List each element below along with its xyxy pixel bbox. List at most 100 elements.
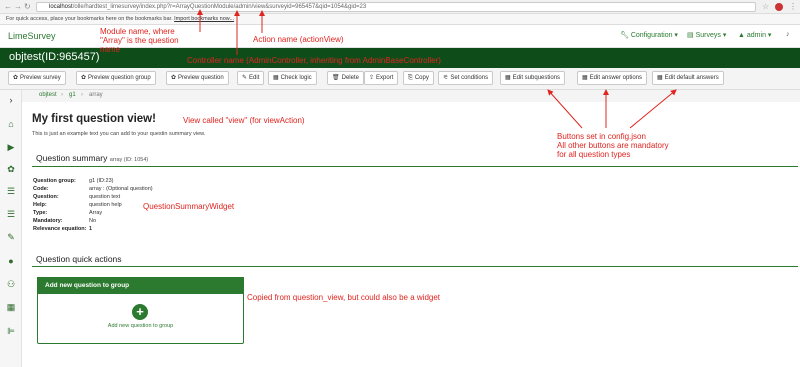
field-value: No [89,218,97,224]
field-value: question help [89,202,122,208]
forward-icon[interactable]: → [14,2,22,12]
field-label: Code: [33,186,49,192]
surveys-menu[interactable]: ▤ Surveys ▾ [687,31,726,39]
survey-title: objtest(ID:965457) [9,51,100,63]
summary-title: Question summary array (ID: 1054) [36,153,148,163]
field-label: Help: [33,202,47,208]
toolbar-button-set-conditions[interactable]: ⚟ Set conditions [438,71,494,85]
annotation-line: Module name, where [100,27,175,36]
toolbar-button-label: Edit answer options [589,75,643,81]
toolbar-button-label: Copy [414,75,429,81]
bookmarks-text: For quick access, place your bookmarks h… [6,16,173,22]
annotation-copied: Copied from question_view, but could als… [247,293,441,302]
bell-icon[interactable]: ♪ [786,31,790,38]
annotation-widget: QuestionSummaryWidget [143,202,235,211]
table-icon: ▦ [582,75,588,81]
annotation-line: for all question types [557,150,631,159]
url-input[interactable]: localhost/olle/hardtest_limesurvey/index… [36,2,756,12]
toolbar-button-label: Preview question group [88,75,151,81]
annotation-line: All other buttons are mandatory [557,141,669,150]
home-icon[interactable]: ⌂ [5,119,17,129]
summary-title-text: Question summary [36,153,108,163]
toolbar-button-label: Preview question [178,75,224,81]
list-icon[interactable]: ☰ [5,186,17,196]
add-question-link[interactable]: Add new question to group [37,323,244,329]
list-icon[interactable]: ☰ [5,209,17,219]
trash-icon: 🗑 [332,75,340,81]
import-bookmarks-link[interactable]: Import bookmarks now... [174,16,234,22]
field-label: Question group: [33,178,76,184]
url-path: /olle/hardtest_limesurvey/index.php?r=Ar… [72,4,367,10]
field-value: 1 [89,226,93,232]
toolbar-button-label: Edit [249,75,260,81]
plus-icon[interactable]: + [132,304,148,320]
toolbar-button-edit-default-answers[interactable]: ▦ Edit default answers [652,71,724,85]
url-host: localhost [49,4,73,10]
condition-icon: ⚟ [443,75,449,81]
copy-icon: ⎘ [408,75,413,81]
annotation-buttons: Buttons set in config.json All other but… [557,132,669,159]
back-icon[interactable]: ← [4,2,12,12]
field-label: Type: [33,210,48,216]
toolbar-button-preview-question-group[interactable]: ✿ Preview question group [76,71,156,85]
admin-menu[interactable]: ▲ admin ▾ [738,31,771,39]
extension-icon[interactable] [775,3,783,11]
toolbar-button-label: Export [376,75,394,81]
annotation-controller: Controller name (AdminController, inheri… [187,56,441,65]
toolbar-button-copy[interactable]: ⎘ Copy [403,71,434,85]
toolbar-button-label: Edit default answers [664,75,719,81]
table-icon: ▦ [657,75,663,81]
breadcrumb-survey[interactable]: objtest [39,92,57,98]
toolbar-button-check-logic[interactable]: ▦ Check logic [268,71,317,85]
reload-icon[interactable]: ↻ [24,2,31,12]
menu-icon[interactable]: ⋮ [789,2,797,12]
toolbar-button-label: Check logic [280,75,312,81]
user-icon: ▲ [738,32,745,39]
quick-actions-title: Question quick actions [36,254,122,264]
field-value: array : (Optional question) [89,186,153,192]
summary-id: array (ID: 1054) [109,157,149,163]
annotation-module: Module name, where "Array" is the questi… [100,27,179,54]
annotation-line: Buttons set in config.json [557,132,646,141]
breadcrumb-group[interactable]: g1 [69,92,76,98]
list-icon: ▤ [687,32,694,39]
brand-logo[interactable]: LimeSurvey [8,31,56,41]
table-icon[interactable]: ▦ [5,302,17,312]
toolbar-button-label: Preview survey [20,75,61,81]
star-icon[interactable]: ☆ [762,2,769,12]
gear-icon[interactable]: ✿ [5,164,17,174]
annotation-line: "Array" is the question [100,36,179,45]
breadcrumb [22,90,800,102]
divider [32,166,798,167]
surveys-label: Surveys [695,32,721,39]
toolbar-button-edit[interactable]: ✎ Edit [237,71,265,85]
table-icon: ▦ [273,75,279,81]
page-title: My first question view! [32,113,156,125]
field-label: Mandatory: [33,218,63,224]
gear-icon: ✿ [171,75,177,81]
chart-icon[interactable]: ⊫ [5,326,17,336]
toolbar-button-export[interactable]: ⇪ Export [364,71,399,85]
toolbar-button-preview-question[interactable]: ✿ Preview question [166,71,229,85]
breadcrumb-separator: › [81,92,83,98]
play-icon[interactable]: ▶ [5,142,17,152]
gear-icon: ✿ [81,75,87,81]
chevron-right-icon[interactable]: › [5,95,17,105]
table-icon: ▦ [505,75,511,81]
toolbar-button-delete[interactable]: 🗑 Delete [327,71,364,85]
wrench-icon: 🔧︎ [620,32,629,39]
pencil-icon[interactable]: ✎ [5,232,17,242]
configuration-menu[interactable]: 🔧︎ Configuration ▾ [620,31,678,39]
divider [32,266,798,267]
annotation-action: Action name (actionView) [253,35,344,44]
toolbar-button-edit-subquestions[interactable]: ▦ Edit subquestions [500,71,566,85]
field-value: g1 (ID:23) [89,178,114,184]
annotation-view: View called "view" (for viewAction) [183,116,305,125]
breadcrumb-question: array [89,92,103,98]
field-value: Array [89,210,103,216]
toolbar-button-preview-survey[interactable]: ✿ Preview survey [8,71,66,85]
users-icon[interactable]: ⚇ [5,279,17,289]
user-icon[interactable]: ● [5,256,17,266]
export-icon: ⇪ [369,75,375,81]
toolbar-button-edit-answer-options[interactable]: ▦ Edit answer options [577,71,648,85]
